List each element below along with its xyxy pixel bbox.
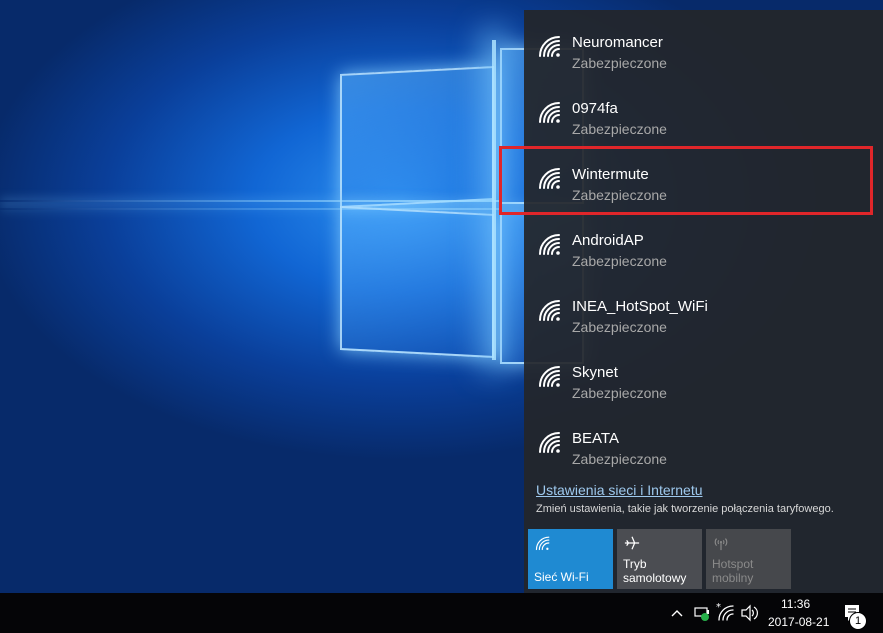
network-security-status: Zabezpieczone — [572, 187, 667, 203]
wifi-signal-icon — [539, 432, 560, 453]
network-item[interactable]: Skynet Zabezpieczone — [524, 340, 883, 406]
network-item[interactable]: BEATA Zabezpieczone — [524, 406, 883, 472]
airplane-tile-label-line1: Tryb — [623, 557, 647, 571]
wallpaper-window-pane — [340, 205, 494, 359]
network-security-status: Zabezpieczone — [572, 319, 667, 335]
wallpaper-light-ray — [0, 208, 500, 210]
hotspot-icon — [714, 538, 728, 551]
network-security-status: Zabezpieczone — [572, 55, 667, 71]
taskbar: * 11:36 2017-08-21 1 — [0, 593, 883, 633]
wifi-tile-label: Sieć Wi-Fi — [534, 570, 589, 584]
wifi-toggle-tile[interactable]: Sieć Wi-Fi — [528, 529, 613, 589]
battery-charging-icon[interactable] — [692, 593, 712, 633]
hotspot-tile-label-line2: mobilny — [712, 571, 754, 585]
wallpaper-light-ray — [0, 200, 500, 202]
network-item[interactable]: Wintermute Zabezpieczone — [524, 142, 883, 208]
network-settings-description: Zmień ustawienia, takie jak tworzenie po… — [536, 503, 834, 515]
network-settings-link[interactable]: Ustawienia sieci i Internetu — [536, 482, 703, 498]
network-item[interactable]: Neuromancer Zabezpieczone — [524, 10, 883, 76]
wallpaper-window-pane — [340, 65, 494, 209]
notification-count-badge: 1 — [849, 612, 867, 630]
network-security-status: Zabezpieczone — [572, 385, 667, 401]
wifi-signal-icon — [539, 234, 560, 255]
network-name: BEATA — [572, 430, 619, 447]
wifi-signal-icon — [539, 366, 560, 387]
network-name: Wintermute — [572, 166, 649, 183]
network-item[interactable]: AndroidAP Zabezpieczone — [524, 208, 883, 274]
network-name: Neuromancer — [572, 34, 663, 51]
network-name: AndroidAP — [572, 232, 644, 249]
network-item[interactable]: 0974fa Zabezpieczone — [524, 76, 883, 142]
wifi-icon — [535, 536, 550, 551]
network-security-status: Zabezpieczone — [572, 253, 667, 269]
network-item[interactable]: INEA_HotSpot_WiFi Zabezpieczone — [524, 274, 883, 340]
wifi-signal-icon — [539, 168, 560, 189]
network-security-status: Zabezpieczone — [572, 121, 667, 137]
hotspot-tile-label-line1: Hotspot — [712, 557, 754, 571]
wifi-signal-icon — [539, 300, 560, 321]
wifi-signal-icon — [539, 102, 560, 123]
network-name: Skynet — [572, 364, 618, 381]
network-flyout: Neuromancer Zabezpieczone 0974fa Zabezpiecz… — [524, 10, 883, 593]
wifi-tray-icon[interactable]: * — [714, 593, 736, 633]
clock-time[interactable]: 11:36 — [781, 597, 810, 611]
volume-icon[interactable] — [740, 593, 760, 633]
svg-text:*: * — [716, 602, 721, 613]
mobile-hotspot-tile[interactable]: Hotspot mobilny — [706, 529, 791, 589]
wallpaper-glow — [492, 40, 496, 360]
airplane-tile-label-line2: samolotowy — [623, 571, 687, 585]
network-name: 0974fa — [572, 100, 618, 117]
show-hidden-icons-chevron-icon[interactable] — [668, 593, 686, 633]
network-security-status: Zabezpieczone — [572, 451, 667, 467]
network-name: INEA_HotSpot_WiFi — [572, 298, 708, 315]
airplane-icon — [624, 536, 640, 550]
airplane-mode-tile[interactable]: Tryb samolotowy — [617, 529, 702, 589]
wifi-signal-icon — [539, 36, 560, 57]
clock-date[interactable]: 2017-08-21 — [768, 615, 829, 629]
